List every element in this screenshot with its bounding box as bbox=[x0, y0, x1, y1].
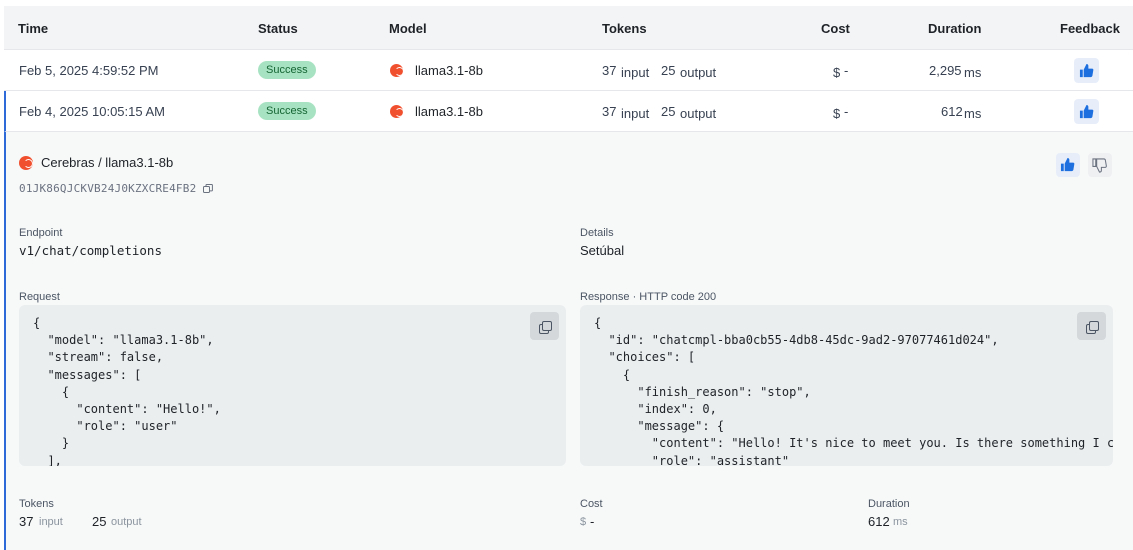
thumbs-down-icon bbox=[1092, 158, 1107, 173]
row-duration: 2,295 bbox=[929, 63, 962, 78]
row-input-tokens: 37 bbox=[602, 63, 617, 78]
row-model: llama3.1-8b bbox=[415, 63, 483, 78]
request-label: Request bbox=[19, 291, 60, 303]
row-time: Feb 4, 2025 10:05:15 AM bbox=[19, 104, 165, 119]
thumbs-up-icon bbox=[1060, 157, 1075, 172]
row-cost-symbol: $ bbox=[833, 106, 841, 121]
row-output-label: output bbox=[680, 106, 717, 121]
detail-thumbs-down-button[interactable] bbox=[1088, 153, 1112, 177]
detail-output-label: output bbox=[111, 516, 142, 528]
detail-thumbs-up-button[interactable] bbox=[1056, 153, 1080, 177]
duration-label: Duration bbox=[868, 498, 910, 510]
cerebras-logo-icon bbox=[390, 64, 403, 77]
endpoint-value: v1/chat/completions bbox=[19, 243, 162, 258]
table-header: Time Status Model Tokens Cost Duration F… bbox=[4, 6, 1133, 50]
row-duration: 612 bbox=[941, 104, 963, 119]
column-header-tokens[interactable]: Tokens bbox=[602, 21, 647, 36]
column-header-model[interactable]: Model bbox=[389, 21, 427, 36]
request-body-box[interactable]: { "model": "llama3.1-8b", "stream": fals… bbox=[19, 305, 566, 466]
column-header-feedback[interactable]: Feedback bbox=[1060, 21, 1120, 36]
copy-icon[interactable] bbox=[203, 182, 213, 193]
row-cost: - bbox=[844, 104, 849, 119]
response-label: Response · HTTP code 200 bbox=[580, 291, 717, 303]
copy-response-button[interactable] bbox=[1077, 312, 1106, 340]
detail-duration-unit: ms bbox=[893, 516, 908, 528]
detail-title: Cerebras / llama3.1-8b bbox=[41, 155, 174, 170]
detail-input-label: input bbox=[39, 516, 63, 528]
detail-cost: - bbox=[590, 514, 595, 529]
thumbs-up-button[interactable] bbox=[1074, 58, 1099, 83]
row-duration-unit: ms bbox=[964, 65, 982, 80]
endpoint-label: Endpoint bbox=[19, 227, 63, 239]
thumbs-up-icon bbox=[1079, 104, 1094, 119]
request-body: { "model": "llama3.1-8b", "stream": fals… bbox=[33, 316, 221, 466]
detail-output-tokens: 25 bbox=[92, 514, 107, 529]
row-output-label: output bbox=[680, 65, 717, 80]
cerebras-logo-icon bbox=[19, 156, 33, 170]
column-header-time[interactable]: Time bbox=[18, 21, 48, 36]
detail-cost-symbol: $ bbox=[580, 516, 587, 528]
cerebras-logo-icon bbox=[390, 105, 403, 118]
status-badge: Success bbox=[258, 102, 316, 120]
row-time: Feb 5, 2025 4:59:52 PM bbox=[19, 63, 159, 78]
status-badge: Success bbox=[258, 61, 316, 79]
column-header-status[interactable]: Status bbox=[258, 21, 298, 36]
row-duration-unit: ms bbox=[964, 106, 982, 121]
detail-input-tokens: 37 bbox=[19, 514, 34, 529]
row-output-tokens: 25 bbox=[661, 104, 676, 119]
tokens-label: Tokens bbox=[19, 498, 54, 510]
table-row[interactable]: Feb 5, 2025 4:59:52 PM Success llama3.1-… bbox=[4, 50, 1133, 91]
thumbs-up-button[interactable] bbox=[1074, 99, 1099, 124]
detail-duration: 612 bbox=[868, 514, 890, 529]
row-output-tokens: 25 bbox=[661, 63, 676, 78]
table-row[interactable]: Feb 4, 2025 10:05:15 AM Success llama3.1… bbox=[4, 91, 1133, 132]
details-value: Setúbal bbox=[580, 243, 625, 258]
response-body-box[interactable]: { "id": "chatcmpl-bba0cb55-4db8-45dc-9ad… bbox=[580, 305, 1113, 466]
row-model: llama3.1-8b bbox=[415, 104, 483, 119]
thumbs-up-icon bbox=[1079, 63, 1094, 78]
row-input-label: input bbox=[621, 106, 650, 121]
copy-request-button[interactable] bbox=[530, 312, 559, 340]
row-cost: - bbox=[844, 63, 849, 78]
column-header-cost[interactable]: Cost bbox=[821, 21, 850, 36]
details-label: Details bbox=[580, 227, 614, 239]
row-input-label: input bbox=[621, 65, 650, 80]
request-id: 01JK86QJCKVB24J0KZXCRE4FB2 bbox=[19, 182, 197, 195]
row-input-tokens: 37 bbox=[602, 104, 617, 119]
response-body: { "id": "chatcmpl-bba0cb55-4db8-45dc-9ad… bbox=[594, 316, 1113, 466]
cost-label: Cost bbox=[580, 498, 603, 510]
row-cost-symbol: $ bbox=[833, 65, 841, 80]
column-header-duration[interactable]: Duration bbox=[928, 21, 981, 36]
